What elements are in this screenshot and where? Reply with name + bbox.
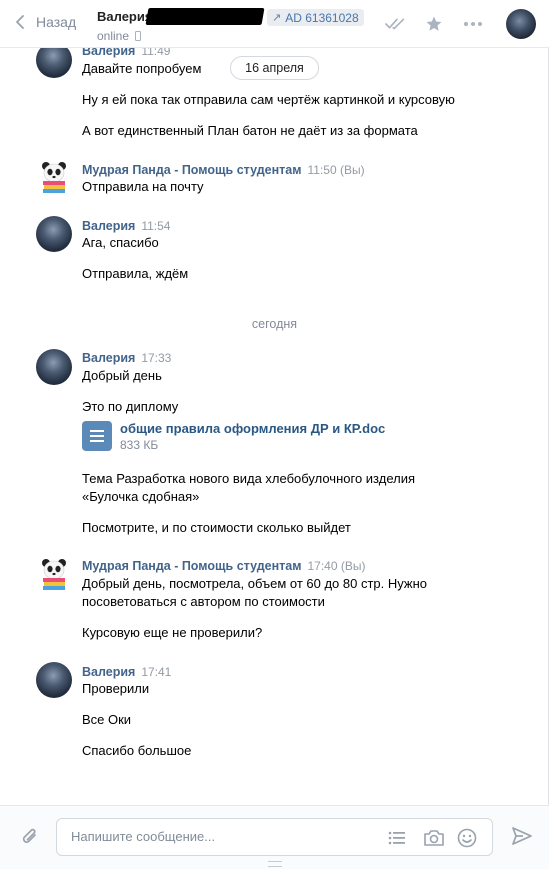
day-separator: сегодня: [251, 317, 298, 331]
message-text: Ну я ей пока так отправила сам чертёж ка…: [82, 92, 455, 107]
attach-clip-icon[interactable]: [20, 826, 40, 851]
back-button[interactable]: Назад: [14, 14, 76, 30]
message-text: Добрый день, посмотрела, объем от 60 до …: [82, 576, 428, 591]
message-text: Проверили: [82, 681, 150, 696]
message-input-placeholder: Напишите сообщение...: [71, 829, 216, 844]
ad-badge[interactable]: ↗ AD 61361028: [267, 9, 364, 26]
back-label: Назад: [36, 14, 77, 30]
avatar[interactable]: [36, 662, 72, 698]
message-text: Отправила на почту: [82, 179, 204, 194]
template-list-icon[interactable]: [386, 827, 408, 849]
message-text: Ага, спасибо: [82, 235, 159, 250]
message-text: Спасибо большое: [82, 743, 192, 758]
message-time: 11:50 (Вы): [307, 163, 365, 177]
emoji-icon[interactable]: [456, 827, 478, 849]
chat-window: Валерия 11:49 Давайте попробуем Ну я ей п…: [0, 0, 549, 869]
avatar[interactable]: [36, 556, 72, 592]
chevron-left-icon: [16, 15, 24, 29]
message-history[interactable]: Валерия 11:49 Давайте попробуем Ну я ей п…: [0, 0, 549, 805]
message-text: Тема Разработка нового вида хлебобулочно…: [82, 471, 415, 486]
message-text: Давайте попробуем: [82, 61, 202, 76]
more-icon[interactable]: [462, 13, 484, 35]
document-name[interactable]: общие правила оформления ДР и КР.doc: [120, 421, 385, 436]
read-receipts-icon[interactable]: [385, 13, 407, 35]
date-pill[interactable]: 16 апреля: [230, 56, 319, 80]
document-attachment[interactable]: общие правила оформления ДР и КР.doc 833…: [82, 421, 385, 452]
message-text: Все Оки: [82, 712, 132, 727]
contact-avatar[interactable]: [506, 9, 536, 39]
message-author[interactable]: Мудрая Панда - Помощь студентам 17:40 (Вы…: [82, 559, 365, 573]
message-time: 11:54: [141, 219, 171, 233]
message-input[interactable]: Напишите сообщение...: [56, 818, 493, 856]
message-time: 17:41: [141, 665, 172, 679]
message-text: Отправила, ждём: [82, 266, 189, 281]
message-text: Посмотрите, и по стоимости сколько выйде…: [82, 520, 351, 535]
message-author[interactable]: Валерия 17:41: [82, 665, 171, 679]
message-text: А вот единственный План батон не даёт из…: [82, 123, 418, 138]
message-text: посоветоваться с автором по стоимости: [82, 594, 325, 609]
message-text: Добрый день: [82, 368, 162, 383]
message-author[interactable]: Валерия 17:33: [82, 351, 171, 365]
contact-name[interactable]: Валерия: [97, 9, 152, 24]
send-icon[interactable]: [511, 825, 533, 850]
message-author[interactable]: Мудрая Панда - Помощь студентам 11:50 (Вы…: [82, 163, 365, 177]
document-size: 833 КБ: [120, 438, 159, 452]
message-text: Курсовую еще не проверили?: [82, 625, 263, 640]
message-author[interactable]: Валерия 11:54: [82, 219, 170, 233]
star-icon[interactable]: [423, 13, 445, 35]
message-time: 17:33: [141, 351, 172, 365]
external-link-icon: ↗: [272, 12, 282, 24]
avatar[interactable]: [36, 216, 72, 252]
redaction-bar: [145, 8, 265, 25]
ad-label: AD 61361028: [285, 10, 359, 25]
avatar[interactable]: [36, 159, 72, 195]
message-text: «Булочка сдобная»: [82, 489, 200, 504]
mobile-icon: [135, 31, 142, 41]
camera-icon[interactable]: [423, 827, 445, 849]
resize-grip[interactable]: [268, 861, 282, 867]
message-text: Это по диплому: [82, 399, 179, 414]
document-icon: [82, 421, 112, 451]
avatar[interactable]: [36, 349, 72, 385]
online-status: online: [97, 29, 142, 43]
message-time: 17:40 (Вы): [307, 559, 366, 573]
chat-header: Назад Валерия ↗ AD 61361028 online: [0, 0, 549, 48]
